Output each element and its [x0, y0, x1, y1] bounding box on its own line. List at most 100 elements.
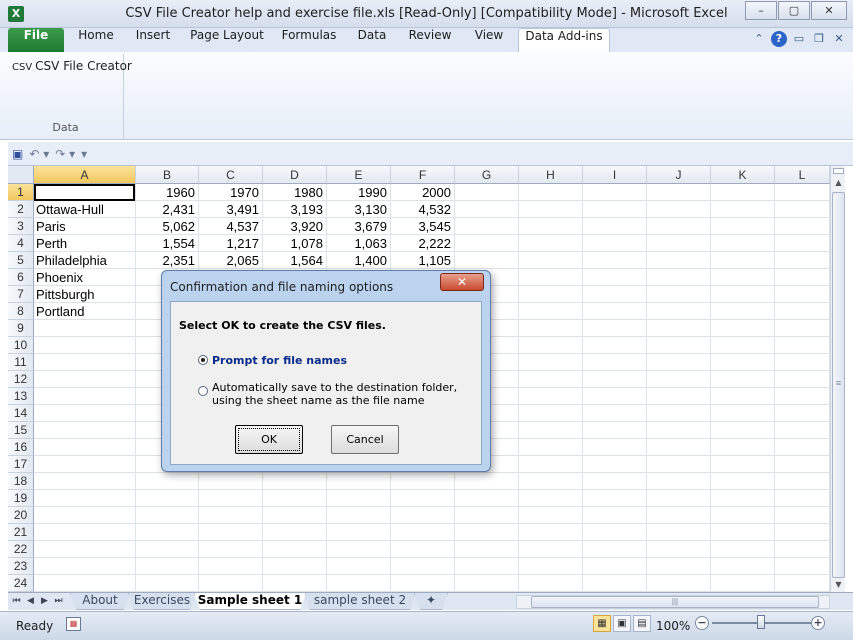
- cell-e2[interactable]: 3,130: [327, 201, 391, 218]
- column-header-i[interactable]: I: [583, 166, 647, 184]
- tab-data-add-ins[interactable]: Data Add-ins: [518, 28, 610, 52]
- tab-formulas[interactable]: Formulas: [276, 28, 342, 52]
- row-header-12[interactable]: 12: [8, 371, 34, 388]
- row-header-14[interactable]: 14: [8, 405, 34, 422]
- auto-save-label[interactable]: Automatically save to the destination fo…: [212, 381, 480, 407]
- tab-data[interactable]: Data: [350, 28, 394, 52]
- tab-file[interactable]: File: [8, 28, 64, 52]
- customize-qat-icon[interactable]: ▾: [81, 147, 87, 161]
- column-header-d[interactable]: D: [263, 166, 327, 184]
- select-all-corner[interactable]: [8, 166, 34, 184]
- horizontal-scrollbar[interactable]: |||: [516, 595, 830, 609]
- row-header-11[interactable]: 11: [8, 354, 34, 371]
- first-sheet-icon[interactable]: ⏮: [10, 594, 23, 609]
- row-header-19[interactable]: 19: [8, 490, 34, 507]
- column-header-g[interactable]: G: [455, 166, 519, 184]
- sheet-tab-sample-sheet-1[interactable]: Sample sheet 1: [194, 593, 306, 610]
- sheet-tab-about[interactable]: About: [70, 593, 130, 610]
- tab-insert[interactable]: Insert: [128, 28, 178, 52]
- row-header-21[interactable]: 21: [8, 524, 34, 541]
- row-header-20[interactable]: 20: [8, 507, 34, 524]
- cell-f2[interactable]: 4,532: [391, 201, 455, 218]
- row-header-22[interactable]: 22: [8, 541, 34, 558]
- column-header-l[interactable]: L: [775, 166, 830, 184]
- column-header-f[interactable]: F: [391, 166, 455, 184]
- cell-c5[interactable]: 2,065: [199, 252, 263, 269]
- cell-f3[interactable]: 3,545: [391, 218, 455, 235]
- cell-e4[interactable]: 1,063: [327, 235, 391, 252]
- horizontal-scroll-thumb[interactable]: |||: [531, 596, 819, 608]
- row-header-9[interactable]: 9: [8, 320, 34, 337]
- sheet-tab-exercises[interactable]: Exercises: [128, 593, 196, 610]
- column-header-c[interactable]: C: [199, 166, 263, 184]
- cell-a8[interactable]: Portland: [34, 303, 136, 320]
- cell-a7[interactable]: Pittsburgh: [34, 286, 136, 303]
- row-header-24[interactable]: 24: [8, 575, 34, 592]
- undo-icon[interactable]: ↶ ▾: [29, 147, 49, 161]
- cell-d4[interactable]: 1,078: [263, 235, 327, 252]
- column-header-a[interactable]: A: [34, 166, 136, 184]
- tab-view[interactable]: View: [466, 28, 512, 52]
- row-header-6[interactable]: 6: [8, 269, 34, 286]
- cell-c1[interactable]: 1970: [199, 184, 263, 201]
- cell-c4[interactable]: 1,217: [199, 235, 263, 252]
- row-header-5[interactable]: 5: [8, 252, 34, 269]
- cell-d1[interactable]: 1980: [263, 184, 327, 201]
- cell-e5[interactable]: 1,400: [327, 252, 391, 269]
- normal-view-icon[interactable]: ▦: [593, 615, 611, 632]
- split-handle[interactable]: [833, 168, 844, 174]
- help-icon[interactable]: ?: [771, 31, 787, 47]
- cell-a4[interactable]: Perth: [34, 235, 136, 252]
- row-header-23[interactable]: 23: [8, 558, 34, 575]
- csv-file-creator-button[interactable]: CSV CSV File Creator: [12, 59, 132, 73]
- cell-b4[interactable]: 1,554: [136, 235, 199, 252]
- cell-d3[interactable]: 3,920: [263, 218, 327, 235]
- minimize-ribbon-icon[interactable]: ⌃: [751, 31, 767, 47]
- tab-page-layout[interactable]: Page Layout: [188, 28, 266, 52]
- column-header-b[interactable]: B: [136, 166, 199, 184]
- tab-home[interactable]: Home: [72, 28, 120, 52]
- row-header-17[interactable]: 17: [8, 456, 34, 473]
- cell-e1[interactable]: 1990: [327, 184, 391, 201]
- row-header-10[interactable]: 10: [8, 337, 34, 354]
- cell-a3[interactable]: Paris: [34, 218, 136, 235]
- zoom-in-icon[interactable]: +: [811, 616, 825, 630]
- prompt-file-names-radio[interactable]: [198, 355, 208, 365]
- maximize-button[interactable]: ▢: [778, 1, 810, 20]
- cancel-button[interactable]: Cancel: [331, 425, 399, 454]
- row-header-16[interactable]: 16: [8, 439, 34, 456]
- doc-close-icon[interactable]: ✕: [831, 31, 847, 47]
- row-header-3[interactable]: 3: [8, 218, 34, 235]
- cell-b3[interactable]: 5,062: [136, 218, 199, 235]
- row-header-18[interactable]: 18: [8, 473, 34, 490]
- row-header-8[interactable]: 8: [8, 303, 34, 320]
- cell-b1[interactable]: 1960: [136, 184, 199, 201]
- row-header-2[interactable]: 2: [8, 201, 34, 218]
- cell-b2[interactable]: 2,431: [136, 201, 199, 218]
- save-icon[interactable]: ▣: [12, 147, 23, 161]
- cell-d2[interactable]: 3,193: [263, 201, 327, 218]
- dialog-close-button[interactable]: ✕: [440, 273, 484, 291]
- tab-review[interactable]: Review: [402, 28, 458, 52]
- zoom-out-icon[interactable]: −: [695, 616, 709, 630]
- row-header-1[interactable]: 1: [8, 184, 34, 201]
- cell-a6[interactable]: Phoenix: [34, 269, 136, 286]
- prompt-file-names-label[interactable]: Prompt for file names: [212, 354, 347, 367]
- row-header-13[interactable]: 13: [8, 388, 34, 405]
- minimize-button[interactable]: –: [745, 1, 777, 20]
- row-header-15[interactable]: 15: [8, 422, 34, 439]
- cell-a5[interactable]: Philadelphia: [34, 252, 136, 269]
- scroll-down-icon[interactable]: ▼: [831, 578, 846, 592]
- page-layout-view-icon[interactable]: ▣: [613, 615, 631, 632]
- cell-c2[interactable]: 3,491: [199, 201, 263, 218]
- ok-button[interactable]: OK: [235, 425, 303, 454]
- cell-f5[interactable]: 1,105: [391, 252, 455, 269]
- cell-f4[interactable]: 2,222: [391, 235, 455, 252]
- macro-record-icon[interactable]: ▦: [66, 617, 81, 631]
- cell-a2[interactable]: Ottawa-Hull: [34, 201, 136, 218]
- column-header-h[interactable]: H: [519, 166, 583, 184]
- cell-b5[interactable]: 2,351: [136, 252, 199, 269]
- row-header-4[interactable]: 4: [8, 235, 34, 252]
- column-header-j[interactable]: J: [647, 166, 711, 184]
- close-window-button[interactable]: ✕: [811, 1, 847, 20]
